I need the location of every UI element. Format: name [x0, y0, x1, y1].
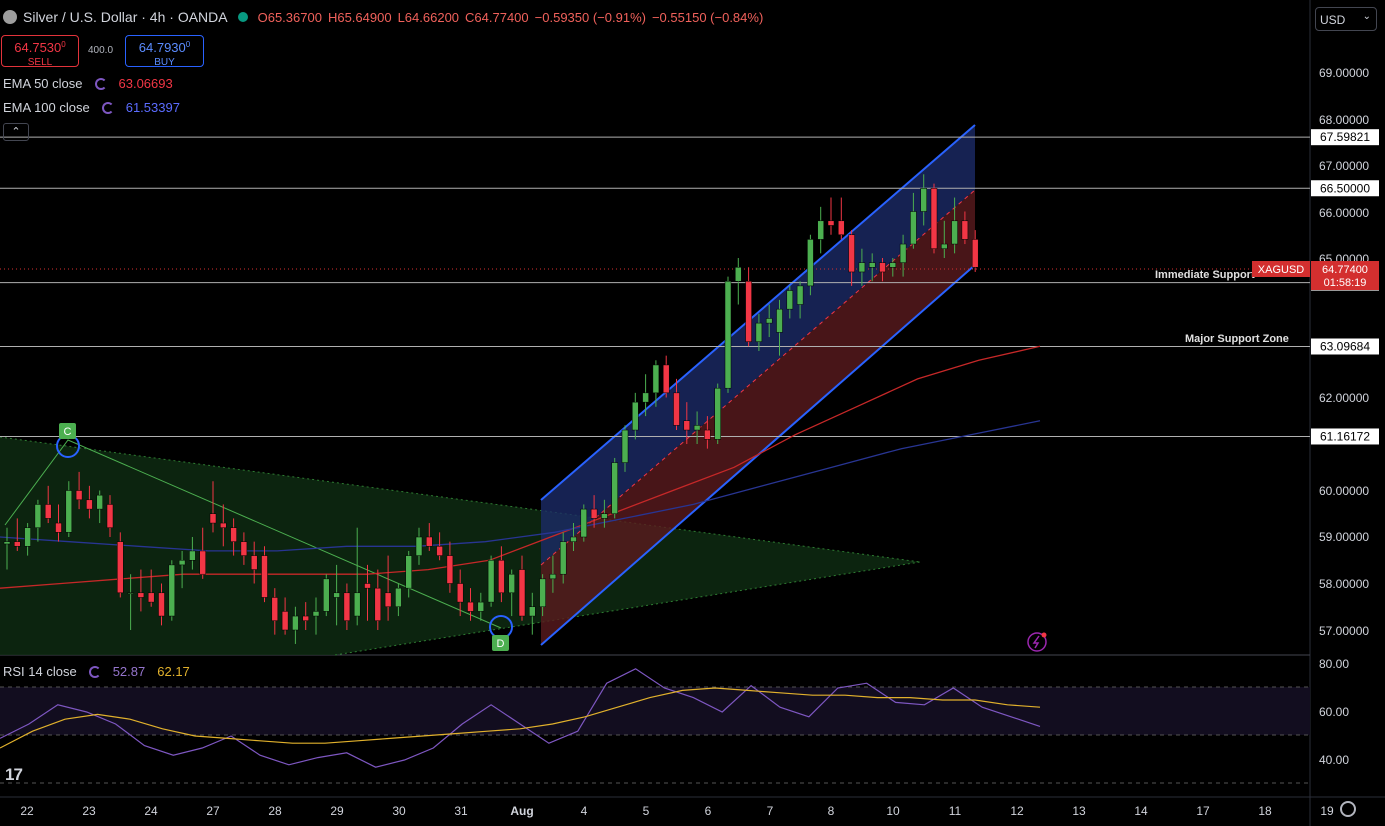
ohlc-high: H65.64900	[327, 9, 392, 25]
time-tick-label: 14	[1134, 804, 1148, 818]
time-tick-label: 6	[705, 804, 712, 818]
time-tick-label: 28	[268, 804, 282, 818]
sell-label: SELL	[27, 57, 53, 68]
price-tick-label: 57.00000	[1319, 624, 1369, 638]
price-tick-label: 68.00000	[1319, 113, 1369, 127]
time-tick-label: 10	[886, 804, 900, 818]
symbol-title[interactable]: Silver / U.S. Dollar · 4h · OANDA	[23, 9, 228, 25]
time-tick-label: 30	[392, 804, 406, 818]
rsi-legend[interactable]: RSI 14 close 52.87 62.17	[3, 664, 190, 679]
point-c-label: C	[64, 426, 72, 438]
price-tick-label: 67.00000	[1319, 159, 1369, 173]
time-tick-label: 17	[1196, 804, 1210, 818]
time-tick-label: 19	[1320, 804, 1334, 818]
silver-icon	[3, 10, 17, 24]
candle[interactable]	[487, 555, 495, 607]
ema50-refresh-icon	[94, 77, 107, 90]
time-tick-label: 7	[767, 804, 774, 818]
ema100-refresh-icon	[101, 101, 114, 114]
bar-countdown: 01:58:19	[1324, 277, 1367, 289]
ema50-label: EMA 50 close	[3, 76, 83, 91]
ema50-legend[interactable]: EMA 50 close 63.06693	[3, 76, 173, 91]
ohlc-low: L64.66200	[397, 9, 460, 25]
ohlc-change: −0.59350 (−0.91%)	[534, 9, 646, 25]
buy-button[interactable]: 64.79300 BUY	[125, 35, 204, 68]
ema50-value: 63.06693	[118, 76, 173, 91]
sell-price-fraction: 0	[61, 40, 66, 49]
price-tick-label: 60.00000	[1319, 484, 1369, 498]
candle[interactable]	[117, 532, 124, 598]
level-price-label: 66.50000	[1320, 181, 1370, 195]
candle[interactable]	[724, 276, 732, 393]
rsi-label: RSI 14 close	[3, 664, 77, 679]
ohlc-close: C64.77400	[465, 9, 529, 25]
buy-price: 64.7930	[138, 40, 186, 55]
ohlc-open: O65.36700	[257, 9, 322, 25]
candle[interactable]	[714, 383, 721, 444]
time-tick-label: 27	[206, 804, 220, 818]
price-tick-label: 66.00000	[1319, 206, 1369, 220]
chevron-down-icon: ⌄	[1362, 11, 1371, 22]
price-tick-label: 62.00000	[1319, 391, 1369, 405]
time-tick-label: 22	[20, 804, 34, 818]
sell-button[interactable]: 64.75300 SELL	[1, 35, 79, 68]
price-tick-label: 59.00000	[1319, 530, 1369, 544]
buy-label: BUY	[154, 57, 175, 68]
time-tick-label: 29	[330, 804, 344, 818]
current-price-value: 64.77400	[1322, 264, 1368, 276]
candle[interactable]	[323, 574, 330, 617]
candle[interactable]	[168, 560, 176, 621]
level-price-label: 67.59821	[1320, 130, 1370, 144]
buy-price-fraction: 0	[185, 40, 191, 49]
time-tick-label: 18	[1258, 804, 1272, 818]
rsi-value: 52.87	[112, 664, 146, 679]
rsi-tick-label: 80.00	[1319, 657, 1349, 671]
ema100-value: 61.53397	[125, 100, 180, 115]
time-tick-label: 8	[828, 804, 835, 818]
trading-chart[interactable]: C D Immediate Support Major Support Zone…	[0, 0, 1385, 826]
rsi-tick-label: 60.00	[1319, 705, 1349, 719]
collapse-legend-chevron-up-icon[interactable]: ⌃	[3, 123, 29, 141]
level-price-label: 63.09684	[1320, 339, 1370, 353]
tradingview-logo: 17	[5, 765, 23, 784]
candle[interactable]	[611, 457, 618, 519]
ema100-label: EMA 100 close	[3, 100, 90, 115]
major-support-label: Major Support Zone	[1185, 333, 1289, 345]
currency-select[interactable]: USD ⌄	[1315, 7, 1377, 31]
candle[interactable]	[930, 183, 938, 254]
ohlc-change-alt: −0.55150 (−0.84%)	[651, 9, 764, 25]
spread-value: 400.0	[88, 45, 114, 56]
rsi-refresh-icon	[88, 665, 101, 678]
time-tick-label: 12	[1010, 804, 1024, 818]
header-legend: Silver / U.S. Dollar · 4h · OANDA O65.36…	[3, 9, 763, 25]
candle[interactable]	[807, 234, 814, 296]
time-tick-label: 24	[144, 804, 158, 818]
market-open-icon	[237, 12, 248, 22]
gear-icon[interactable]	[1340, 801, 1356, 817]
time-tick-label: 31	[454, 804, 468, 818]
sell-price: 64.7530	[14, 40, 62, 55]
currency-value: USD	[1320, 13, 1346, 27]
time-tick-label: 4	[581, 804, 588, 818]
immediate-support-label: Immediate Support	[1155, 269, 1255, 281]
rsi-band	[0, 687, 1310, 735]
level-price-label: 61.16172	[1320, 429, 1370, 443]
point-d-label: D	[497, 638, 505, 650]
rsi-tick-label: 40.00	[1319, 753, 1349, 767]
rsi-ma-value: 62.17	[157, 664, 190, 679]
ema100-legend[interactable]: EMA 100 close 61.53397	[3, 100, 180, 115]
price-tick-label: 69.00000	[1319, 66, 1369, 80]
time-tick-label: Aug	[510, 804, 533, 818]
symbol-tag: XAGUSD	[1258, 264, 1305, 276]
time-tick-label: 23	[82, 804, 96, 818]
time-tick-label: 13	[1072, 804, 1086, 818]
candle[interactable]	[580, 504, 588, 542]
time-tick-label: 11	[949, 804, 962, 818]
time-tick-label: 5	[643, 804, 650, 818]
price-tick-label: 58.00000	[1319, 577, 1369, 591]
